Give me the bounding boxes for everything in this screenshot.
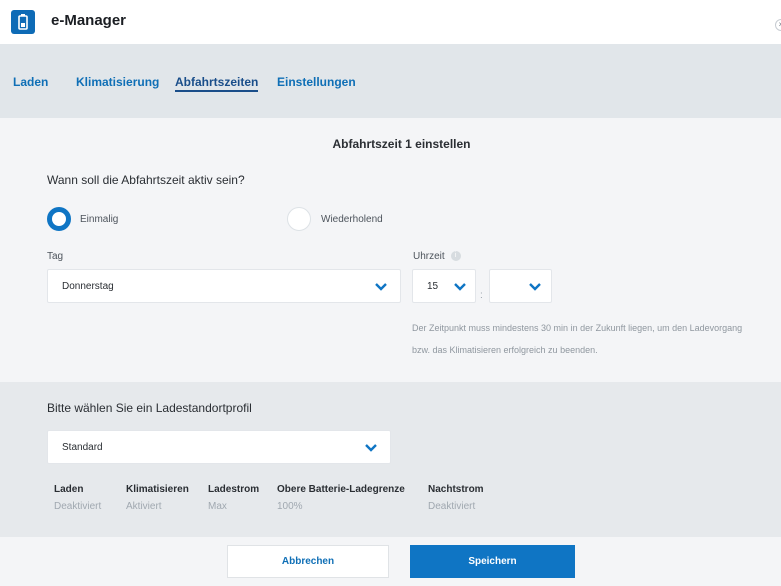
form-footer: Abbrechen Speichern xyxy=(0,537,781,586)
profile-question: Bitte wählen Sie ein Ladestandortprofil xyxy=(47,401,252,415)
radio-repeat-label: Wiederholend xyxy=(321,214,383,225)
app-header: e-Manager × xyxy=(0,0,781,44)
save-button[interactable]: Speichern xyxy=(410,545,575,578)
time-label: Uhrzeit xyxy=(413,251,445,262)
time-label-wrap: Uhrzeit i xyxy=(413,251,461,262)
time-separator: : xyxy=(480,290,483,301)
tab-abfahrtszeiten[interactable]: Abfahrtszeiten xyxy=(175,75,259,92)
tab-bar: Laden Klimatisierung Abfahrtszeiten Eins… xyxy=(0,44,781,118)
cancel-button[interactable]: Abbrechen xyxy=(227,545,389,578)
tab-klimatisierung[interactable]: Klimatisierung xyxy=(76,75,159,89)
hour-select[interactable]: 15 xyxy=(412,269,476,303)
day-label: Tag xyxy=(47,251,64,262)
section-title: Abfahrtszeit 1 einstellen xyxy=(332,137,471,151)
chevron-down-icon xyxy=(365,444,377,452)
profile-col-value: Deaktiviert xyxy=(54,501,102,512)
radio-once[interactable] xyxy=(47,207,71,231)
radio-repeat[interactable] xyxy=(287,207,311,231)
chevron-down-icon xyxy=(375,283,387,291)
time-hint-text: Der Zeitpunkt muss mindestens 30 min in … xyxy=(412,323,743,355)
day-select-value: Donnerstag xyxy=(62,281,114,292)
radio-once-label: Einmalig xyxy=(80,214,119,225)
minute-select[interactable] xyxy=(489,269,552,303)
app-title: e-Manager xyxy=(51,12,127,29)
profile-col-value: Aktiviert xyxy=(126,501,162,512)
battery-app-icon xyxy=(11,10,35,34)
profile-col-header: Nachtstrom xyxy=(428,484,484,495)
profile-col-header: Klimatisieren xyxy=(126,484,189,495)
chevron-down-icon xyxy=(454,283,466,291)
day-select[interactable]: Donnerstag xyxy=(47,269,401,303)
info-icon[interactable]: i xyxy=(450,251,461,262)
hour-select-value: 15 xyxy=(427,281,439,292)
profile-col-value: Deaktiviert xyxy=(428,501,476,512)
activation-question: Wann soll die Abfahrtszeit aktiv sein? xyxy=(47,173,245,187)
close-icon[interactable]: × xyxy=(775,19,781,31)
profile-col-header: Laden xyxy=(54,484,84,495)
tab-einstellungen[interactable]: Einstellungen xyxy=(277,75,356,89)
profile-col-header: Ladestrom xyxy=(208,484,260,495)
profile-select-value: Standard xyxy=(62,442,103,453)
departure-time-form: Abfahrtszeit 1 einstellen Wann soll die … xyxy=(0,118,781,382)
charging-profile-section: Bitte wählen Sie ein Ladestandortprofil … xyxy=(0,382,781,537)
profile-col-value: 100% xyxy=(277,501,303,512)
chevron-down-icon xyxy=(529,283,541,291)
tab-laden[interactable]: Laden xyxy=(13,75,48,89)
profile-col-value: Max xyxy=(208,501,227,512)
profile-col-header: Obere Batterie-Ladegrenze xyxy=(277,484,405,495)
profile-select[interactable]: Standard xyxy=(47,430,391,464)
